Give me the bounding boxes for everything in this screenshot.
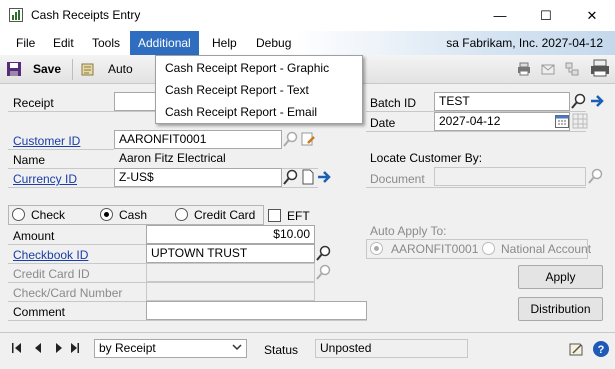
close-button[interactable]: ✕ — [569, 0, 615, 31]
apply-button[interactable]: Apply — [518, 265, 603, 289]
checkbook-lookup-icon[interactable] — [316, 245, 332, 261]
comment-field[interactable] — [146, 301, 367, 320]
customer-name-value: Aaron Fitz Electrical — [114, 149, 318, 168]
divider — [8, 187, 318, 188]
status-bar — [0, 332, 615, 369]
receipt-label: Receipt — [13, 96, 54, 110]
minimize-button[interactable]: — — [477, 0, 523, 31]
customer-lookup-icon[interactable] — [283, 131, 299, 147]
auto-apply-customer-radio — [370, 242, 383, 255]
letter-icon[interactable] — [540, 61, 556, 77]
batch-id-field[interactable]: TEST — [434, 92, 570, 111]
menu-tools[interactable]: Tools — [84, 31, 128, 55]
credit-card-radio[interactable] — [175, 208, 188, 221]
status-value: Unposted — [315, 339, 468, 358]
batch-lookup-icon[interactable] — [571, 93, 587, 109]
menu-file[interactable]: File — [8, 31, 43, 55]
auto-apply-icon — [81, 63, 94, 76]
auto-button[interactable]: Auto — [108, 62, 133, 76]
comment-label: Comment — [13, 305, 66, 319]
sort-select[interactable]: by Receipt — [94, 339, 247, 358]
document-lookup-icon — [588, 168, 603, 184]
menu-additional[interactable]: Additional — [130, 31, 199, 55]
check-radio[interactable] — [12, 208, 25, 221]
menu-debug[interactable]: Debug — [248, 31, 299, 55]
name-label: Name — [13, 153, 46, 167]
document-field — [434, 167, 586, 186]
cash-radio[interactable] — [100, 208, 113, 221]
auto-apply-label: Auto Apply To: — [370, 224, 447, 238]
menu-edit[interactable]: Edit — [45, 31, 82, 55]
printer-icon[interactable] — [589, 58, 611, 78]
chevron-down-icon — [232, 344, 242, 351]
check-card-number-label: Check/Card Number — [13, 286, 123, 300]
amount-field[interactable]: $10.00 — [146, 225, 315, 244]
customer-id-link[interactable]: Customer ID — [13, 134, 80, 148]
currency-id-field[interactable]: Z-US$ — [114, 168, 282, 187]
menu-help[interactable]: Help — [204, 31, 245, 55]
credit-card-id-label: Credit Card ID — [13, 267, 90, 281]
receipt-field[interactable] — [114, 92, 156, 111]
credit-card-id-field — [146, 263, 315, 282]
eft-checkbox[interactable] — [268, 209, 281, 222]
menu-item-report-email[interactable]: Cash Receipt Report - Email — [165, 101, 317, 123]
maximize-button[interactable]: ☐ — [523, 0, 569, 31]
date-field[interactable]: 2027-04-12 — [434, 112, 570, 131]
customer-note-icon[interactable] — [300, 131, 316, 147]
window-title: Cash Receipts Entry — [31, 8, 141, 22]
help-icon[interactable]: ? — [592, 340, 610, 358]
check-card-number-field — [146, 282, 315, 301]
svg-text:?: ? — [598, 344, 605, 356]
checkbook-id-link[interactable]: Checkbook ID — [13, 248, 88, 262]
check-label: Check — [31, 208, 66, 222]
currency-document-icon[interactable] — [300, 169, 316, 185]
cash-label: Cash — [119, 208, 148, 222]
company-info: sa Fabrikam, Inc. 2027-04-12 — [446, 36, 603, 50]
divider — [366, 131, 586, 132]
checkbook-id-field[interactable]: UPTOWN TRUST — [146, 244, 315, 263]
link-icon[interactable] — [564, 61, 580, 77]
app-icon — [9, 8, 23, 22]
divider — [8, 320, 367, 321]
save-icon — [7, 62, 21, 76]
auto-apply-national-radio — [482, 242, 495, 255]
divider — [366, 187, 586, 188]
print-icon[interactable] — [516, 61, 532, 77]
menu-item-report-text[interactable]: Cash Receipt Report - Text — [165, 79, 309, 101]
auto-apply-national-label: National Account — [501, 242, 592, 256]
menu-item-report-graphic[interactable]: Cash Receipt Report - Graphic — [165, 57, 329, 79]
credit-card-lookup-icon — [316, 264, 331, 280]
record-navigation-icon[interactable] — [8, 341, 88, 355]
calendar-icon[interactable] — [555, 114, 569, 128]
toolbar-divider — [72, 59, 73, 80]
date-label: Date — [370, 116, 396, 130]
status-label: Status — [264, 343, 299, 357]
batch-id-label: Batch ID — [370, 96, 417, 110]
sort-select-value: by Receipt — [99, 341, 156, 355]
currency-id-link[interactable]: Currency ID — [13, 172, 77, 186]
customer-id-field[interactable]: AARONFIT0001 — [114, 130, 282, 149]
additional-menu-dropdown: Cash Receipt Report - Graphic Cash Recei… — [155, 55, 363, 124]
divider — [8, 111, 156, 112]
currency-expand-arrow-icon[interactable] — [316, 169, 332, 185]
amount-label: Amount — [13, 229, 55, 243]
date-grid-icon[interactable] — [572, 113, 588, 129]
currency-lookup-icon[interactable] — [283, 169, 299, 185]
credit-card-label: Credit Card — [194, 208, 256, 222]
locate-customer-label: Locate Customer By: — [370, 151, 483, 165]
eft-label: EFT — [287, 209, 310, 223]
document-label: Document — [370, 172, 425, 186]
save-button[interactable]: Save — [33, 62, 61, 76]
auto-apply-customer-label: AARONFIT0001 — [391, 242, 479, 256]
batch-expand-arrow-icon[interactable] — [589, 93, 605, 109]
distribution-button[interactable]: Distribution — [518, 297, 603, 321]
note-icon[interactable] — [567, 340, 585, 358]
